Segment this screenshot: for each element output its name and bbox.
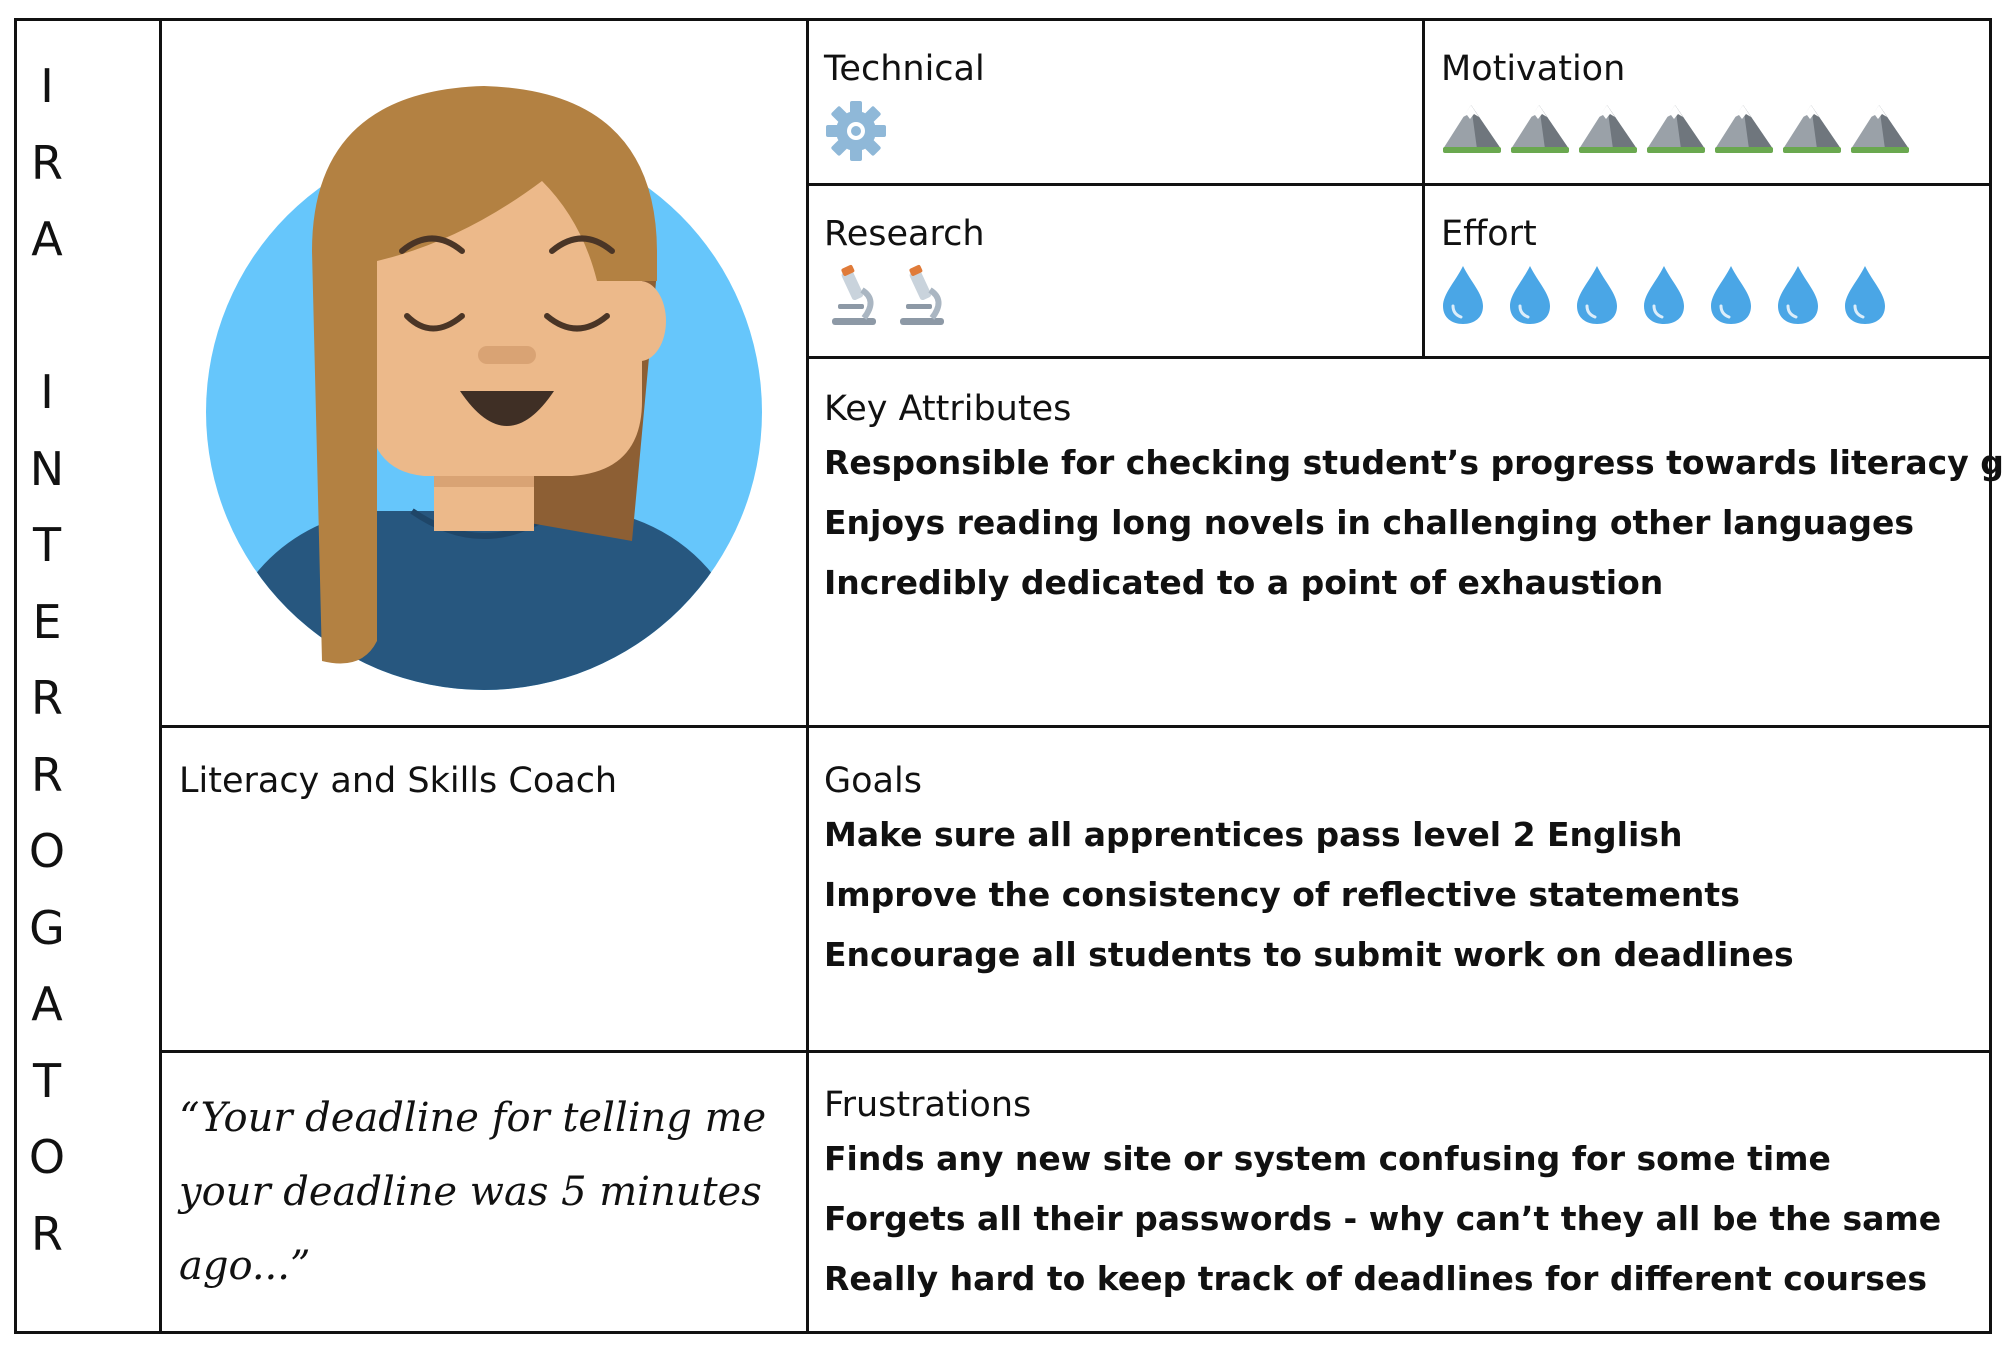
goal-item: Improve the consistency of reflective st… <box>824 875 1740 914</box>
divider <box>159 725 1989 728</box>
persona-role: Literacy and Skills Coach <box>179 761 618 801</box>
research-cell: Research <box>824 214 1404 328</box>
divider <box>806 21 809 1331</box>
goals-label: Goals <box>824 761 922 801</box>
mountain-icon <box>1511 105 1569 153</box>
mountain-icon <box>1647 105 1705 153</box>
divider <box>159 1050 1989 1053</box>
effort-label: Effort <box>1441 214 1537 254</box>
motivation-rating <box>1441 99 1981 155</box>
name-letter: A <box>31 212 63 266</box>
motivation-label: Motivation <box>1441 49 1626 89</box>
technical-label: Technical <box>824 49 985 89</box>
avatar-cell <box>162 21 806 725</box>
microscope-icon <box>900 264 944 325</box>
role-cell: Literacy and Skills Coach <box>179 761 789 801</box>
effort-cell: Effort <box>1441 214 1981 326</box>
name-letter: E <box>32 594 62 649</box>
key-attributes-label: Key Attributes <box>824 389 1072 429</box>
technical-rating <box>824 99 1404 163</box>
persona-name-vertical: IRAINTERROGATOR <box>17 21 159 1331</box>
droplet-icon <box>1644 266 1684 324</box>
name-letter: N <box>29 441 65 496</box>
mountain-icon <box>1851 105 1909 153</box>
frustrations-label: Frustrations <box>824 1085 1032 1125</box>
name-letter: T <box>32 518 62 572</box>
name-letter: I <box>40 365 54 419</box>
name-letter: R <box>31 1206 63 1261</box>
divider <box>1422 21 1425 359</box>
microscope-icon <box>832 264 876 325</box>
goal-item: Make sure all apprentices pass level 2 E… <box>824 815 1683 854</box>
frustration-item: Forgets all their passwords - why can’t … <box>824 1199 1942 1238</box>
frustration-item: Really hard to keep track of deadlines f… <box>824 1259 1927 1298</box>
frustration-item: Finds any new site or system confusing f… <box>824 1139 1831 1178</box>
mountain-icon <box>1715 105 1773 153</box>
name-letter: R <box>31 747 63 802</box>
mountain-icon <box>1443 105 1501 153</box>
effort-rating <box>1441 264 1981 326</box>
droplet-icon <box>1845 266 1885 324</box>
persona-quote: “Your deadline for telling me your deadl… <box>179 1095 767 1289</box>
research-rating <box>824 264 1404 328</box>
motivation-cell: Motivation <box>1441 49 1981 155</box>
research-label: Research <box>824 214 985 254</box>
droplet-icon <box>1577 266 1617 324</box>
name-letter: R <box>31 135 63 190</box>
droplet-icon <box>1711 266 1751 324</box>
goal-item: Encourage all students to submit work on… <box>824 935 1794 974</box>
mountain-icon <box>1783 105 1841 153</box>
name-letter: O <box>28 824 66 878</box>
name-letter: O <box>28 1130 66 1184</box>
persona-card: IRAINTERROGATOR Technical Motivation Res… <box>14 18 2002 1334</box>
goals-cell: Goals Make sure all apprentices pass lev… <box>824 761 1984 985</box>
name-letter: R <box>31 671 63 725</box>
name-letter: T <box>32 1053 62 1108</box>
key-attribute-item: Responsible for checking student’s progr… <box>824 443 2002 482</box>
droplet-icon <box>1510 266 1550 324</box>
mountain-icon <box>1579 105 1637 153</box>
droplet-icon <box>1778 266 1818 324</box>
divider <box>806 356 1989 359</box>
frustrations-cell: Frustrations Finds any new site or syste… <box>824 1085 1984 1309</box>
quote-cell: “Your deadline for telling me your deadl… <box>179 1081 789 1303</box>
gear-icon <box>826 101 886 161</box>
name-letter: A <box>31 977 63 1031</box>
name-letter: I <box>40 59 54 113</box>
divider <box>806 183 1989 186</box>
key-attributes-cell: Key Attributes Responsible for checking … <box>824 389 2002 613</box>
key-attribute-item: Enjoys reading long novels in challengin… <box>824 503 1915 542</box>
name-letter: G <box>29 900 65 955</box>
avatar <box>206 86 762 690</box>
droplet-icon <box>1443 266 1483 324</box>
technical-cell: Technical <box>824 49 1404 163</box>
key-attribute-item: Incredibly dedicated to a point of exhau… <box>824 563 1664 602</box>
